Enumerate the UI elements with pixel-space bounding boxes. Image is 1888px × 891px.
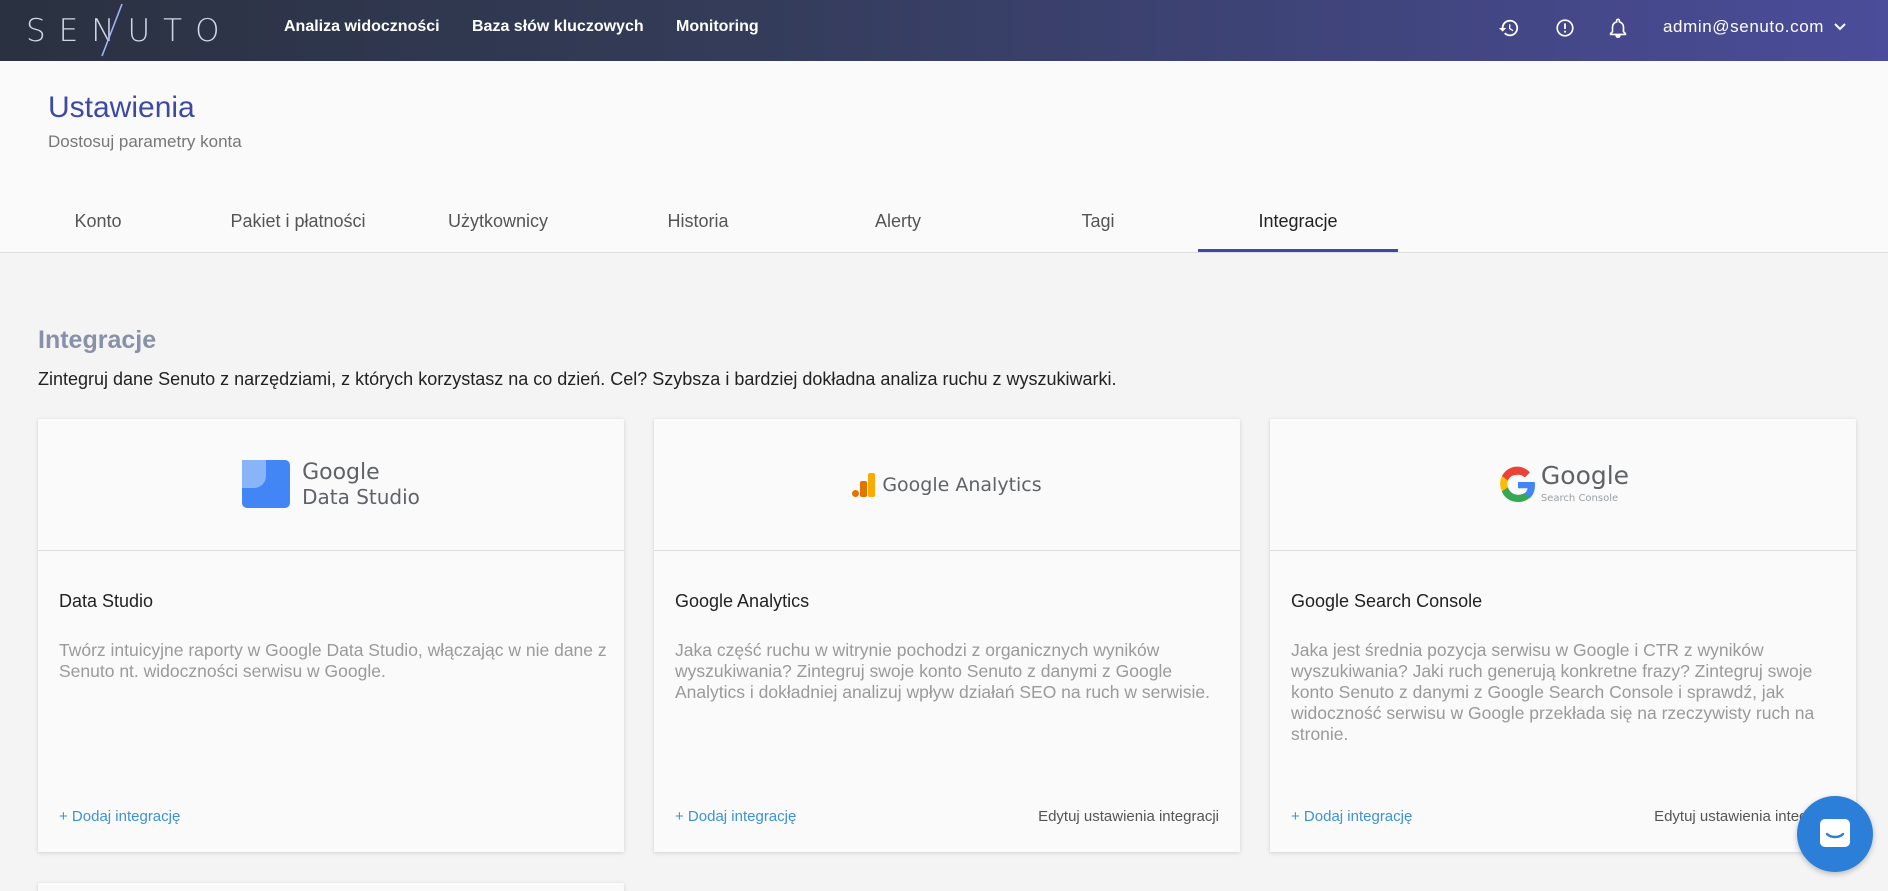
google-g-icon bbox=[1500, 466, 1535, 502]
tab-integracje[interactable]: Integracje bbox=[1198, 211, 1398, 232]
chevron-down-icon bbox=[1834, 23, 1846, 31]
history-icon[interactable] bbox=[1498, 17, 1520, 39]
nav-baza-slow-kluczowych[interactable]: Baza słów kluczowych bbox=[472, 18, 644, 36]
integration-card-data-studio: Google Data Studio Data Studio Twórz int… bbox=[38, 419, 624, 852]
top-navbar: SENUTO Analiza widoczności Baza słów klu… bbox=[0, 0, 1888, 61]
nav-monitoring[interactable]: Monitoring bbox=[676, 18, 759, 36]
tab-historia[interactable]: Historia bbox=[598, 211, 798, 232]
tab-alerty[interactable]: Alerty bbox=[798, 211, 998, 232]
data-studio-icon bbox=[242, 459, 291, 508]
data-studio-logo-line2: Data Studio bbox=[302, 484, 420, 509]
integration-card-partial bbox=[38, 883, 624, 891]
google-search-console-logo: Google Search Console bbox=[1270, 419, 1856, 551]
tab-pakiet-i-platnosci[interactable]: Pakiet i płatności bbox=[198, 211, 398, 232]
chat-icon bbox=[1820, 819, 1850, 847]
active-tab-indicator bbox=[1198, 249, 1398, 252]
tab-konto[interactable]: Konto bbox=[0, 211, 198, 232]
tab-tagi[interactable]: Tagi bbox=[998, 211, 1198, 232]
senuto-logo[interactable]: SENUTO bbox=[26, 0, 232, 61]
google-analytics-logo-text: Google Analytics bbox=[882, 473, 1042, 496]
page-subtitle: Dostosuj parametry konta bbox=[48, 132, 242, 151]
add-integration-link[interactable]: + Dodaj integrację bbox=[1291, 808, 1412, 825]
google-analytics-icon bbox=[852, 472, 876, 497]
google-analytics-logo: Google Analytics bbox=[654, 419, 1240, 551]
integration-card-google-analytics: Google Analytics Google Analytics Jaka c… bbox=[654, 419, 1240, 852]
section-title: Integracje bbox=[38, 326, 157, 354]
gsc-logo-line2: Search Console bbox=[1540, 492, 1619, 504]
card-description: Twórz intuicyjne raporty w Google Data S… bbox=[59, 640, 607, 681]
edit-integration-settings-link[interactable]: Edytuj ustawienia integracji bbox=[1038, 808, 1219, 825]
data-studio-logo-line1: Google bbox=[302, 459, 380, 485]
nav-analiza-widocznosci[interactable]: Analiza widoczności bbox=[284, 18, 440, 36]
section-description: Zintegruj dane Senuto z narzędziami, z k… bbox=[38, 369, 1117, 389]
card-title: Google Analytics bbox=[675, 591, 810, 611]
logo-slash-icon bbox=[101, 3, 123, 57]
card-description: Jaka część ruchu w witrynie pochodzi z o… bbox=[675, 640, 1210, 702]
card-title: Data Studio bbox=[59, 591, 154, 611]
bell-icon[interactable] bbox=[1607, 17, 1629, 39]
data-studio-logo: Google Data Studio bbox=[38, 419, 624, 551]
add-integration-link[interactable]: + Dodaj integrację bbox=[675, 808, 796, 825]
add-integration-link[interactable]: + Dodaj integrację bbox=[59, 808, 180, 825]
gsc-logo-line1: Google bbox=[1540, 460, 1630, 490]
user-email: admin@senuto.com bbox=[1663, 17, 1825, 36]
card-title: Google Search Console bbox=[1291, 591, 1483, 611]
page-title: Ustawienia bbox=[48, 91, 195, 124]
card-description: Jaka jest średnia pozycja serwisu w Goog… bbox=[1291, 640, 1815, 744]
page-header: Ustawienia Dostosuj parametry konta Kont… bbox=[0, 61, 1888, 253]
info-icon[interactable] bbox=[1554, 17, 1576, 39]
chat-widget-button[interactable] bbox=[1797, 796, 1873, 872]
tab-uzytkownicy[interactable]: Użytkownicy bbox=[398, 211, 598, 232]
user-menu[interactable]: admin@senuto.com bbox=[1663, 17, 1846, 37]
integration-card-google-search-console: Google Search Console Google Search Cons… bbox=[1270, 419, 1856, 852]
